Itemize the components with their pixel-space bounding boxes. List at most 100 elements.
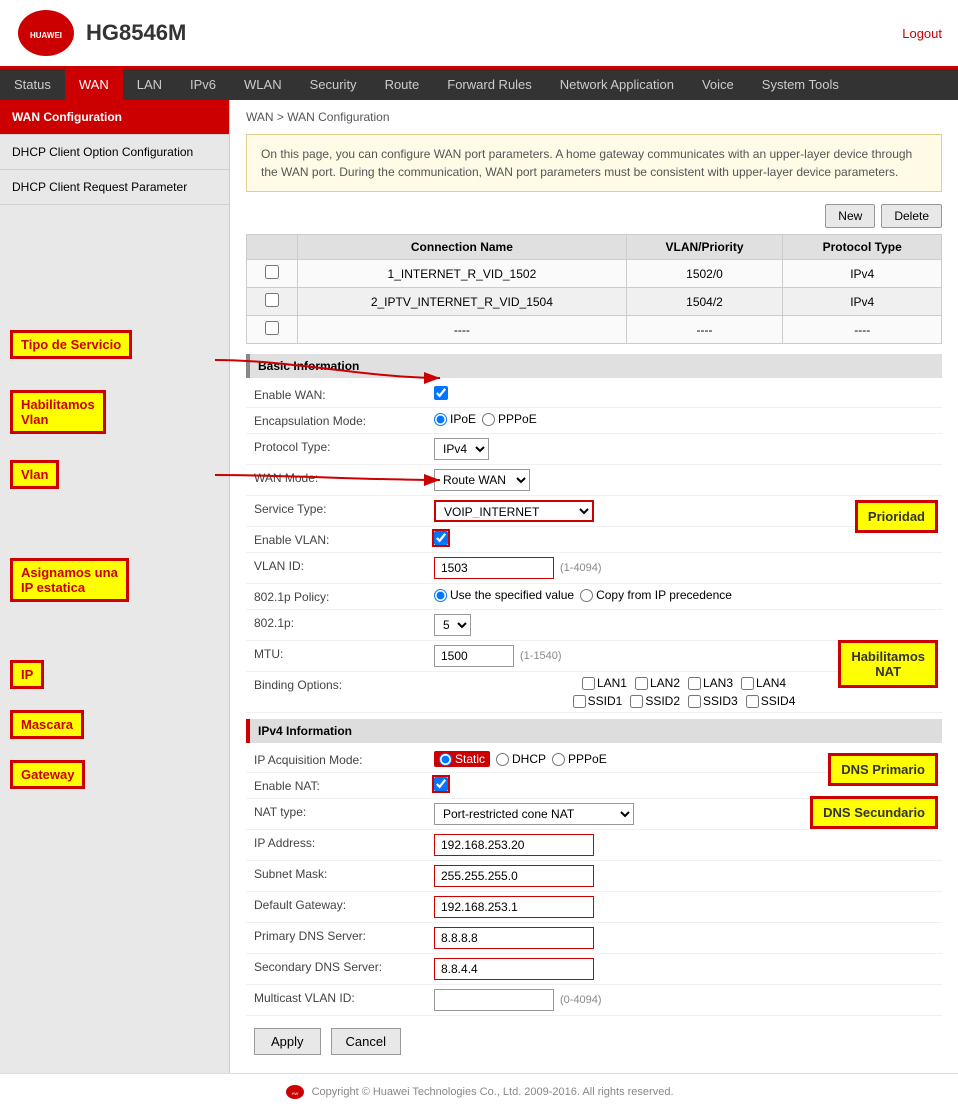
sidebar-item-wan-config[interactable]: WAN Configuration bbox=[0, 100, 229, 135]
delete-button[interactable]: Delete bbox=[881, 204, 942, 228]
policy-specified-option[interactable]: Use the specified value bbox=[434, 588, 574, 602]
primary-dns-row: Primary DNS Server: bbox=[246, 923, 942, 954]
annotation-tipo-servicio: Tipo de Servicio bbox=[10, 330, 132, 359]
annotation-asignamos-ip: Asignamos unaIP estatica bbox=[10, 558, 129, 602]
ssid1-checkbox[interactable] bbox=[573, 695, 586, 708]
default-gw-input[interactable] bbox=[434, 896, 594, 918]
row3-checkbox[interactable] bbox=[265, 321, 279, 335]
ssid3-checkbox[interactable] bbox=[688, 695, 701, 708]
encap-ipoe-option[interactable]: IPoE bbox=[434, 412, 476, 426]
enable-wan-row: Enable WAN: bbox=[246, 382, 942, 408]
nat-type-select[interactable]: Port-restricted cone NAT Full cone NAT A… bbox=[434, 803, 634, 825]
secondary-dns-input[interactable] bbox=[434, 958, 594, 980]
service-type-row: Service Type: VOIP_INTERNET INTERNET VOI… bbox=[246, 496, 942, 527]
nav-lan[interactable]: LAN bbox=[123, 69, 176, 100]
sidebar-item-dhcp-request[interactable]: DHCP Client Request Parameter bbox=[0, 170, 229, 205]
nav-network-application[interactable]: Network Application bbox=[546, 69, 688, 100]
binding-lan4[interactable]: LAN4 bbox=[741, 676, 786, 690]
ip-static-radio[interactable] bbox=[439, 753, 452, 766]
info-box: On this page, you can configure WAN port… bbox=[246, 134, 942, 192]
cancel-button[interactable]: Cancel bbox=[331, 1028, 401, 1055]
default-gw-value bbox=[434, 896, 934, 918]
ip-pppoe-option[interactable]: PPPoE bbox=[552, 752, 607, 766]
row1-conn-name: 1_INTERNET_R_VID_1502 bbox=[298, 260, 626, 288]
lan1-checkbox[interactable] bbox=[582, 677, 595, 690]
nav-wan[interactable]: WAN bbox=[65, 69, 123, 100]
nav-security[interactable]: Security bbox=[296, 69, 371, 100]
row1-checkbox[interactable] bbox=[265, 265, 279, 279]
binding-lan2[interactable]: LAN2 bbox=[635, 676, 680, 690]
enable-wan-checkbox[interactable] bbox=[434, 386, 448, 400]
lan4-checkbox[interactable] bbox=[741, 677, 754, 690]
binding-ssid1[interactable]: SSID1 bbox=[573, 694, 623, 708]
footer: HW Copyright © Huawei Technologies Co., … bbox=[0, 1073, 958, 1110]
ip-address-value bbox=[434, 834, 934, 856]
row1-protocol: IPv4 bbox=[783, 260, 942, 288]
col-conn-name: Connection Name bbox=[298, 235, 626, 260]
p802-select[interactable]: 5 012 3467 bbox=[434, 614, 471, 636]
secondary-dns-value bbox=[434, 958, 934, 980]
nav-status[interactable]: Status bbox=[0, 69, 65, 100]
binding-lan1[interactable]: LAN1 bbox=[582, 676, 627, 690]
policy-copy-option[interactable]: Copy from IP precedence bbox=[580, 588, 732, 602]
subnet-mask-input[interactable] bbox=[434, 865, 594, 887]
annotation-gateway: Gateway bbox=[10, 760, 85, 789]
ip-address-label: IP Address: bbox=[254, 834, 434, 850]
binding-lan3[interactable]: LAN3 bbox=[688, 676, 733, 690]
nav-forward-rules[interactable]: Forward Rules bbox=[433, 69, 546, 100]
enable-vlan-checkbox[interactable] bbox=[434, 531, 448, 545]
ip-address-row: IP Address: bbox=[246, 830, 942, 861]
encap-pppoe-radio[interactable] bbox=[482, 413, 495, 426]
mtu-input[interactable] bbox=[434, 645, 514, 667]
policy-802-row: 802.1p Policy: Use the specified value C… bbox=[246, 584, 942, 610]
default-gw-label: Default Gateway: bbox=[254, 896, 434, 912]
lan2-checkbox[interactable] bbox=[635, 677, 648, 690]
apply-button[interactable]: Apply bbox=[254, 1028, 321, 1055]
multicast-vlan-row: Multicast VLAN ID: (0-4094) bbox=[246, 985, 942, 1016]
row2-checkbox[interactable] bbox=[265, 293, 279, 307]
nav-ipv6[interactable]: IPv6 bbox=[176, 69, 230, 100]
binding-ssid3[interactable]: SSID3 bbox=[688, 694, 738, 708]
ip-dhcp-option[interactable]: DHCP bbox=[496, 752, 546, 766]
service-type-select[interactable]: VOIP_INTERNET INTERNET VOIP OTHER bbox=[434, 500, 594, 522]
mtu-label: MTU: bbox=[254, 645, 434, 661]
protocol-type-select[interactable]: IPv4 IPv6 bbox=[434, 438, 489, 460]
logout-button[interactable]: Logout bbox=[902, 26, 942, 41]
binding-lan-row: LAN1 LAN2 LAN3 LAN4 bbox=[582, 676, 786, 690]
vlan-id-input[interactable] bbox=[434, 557, 554, 579]
ip-static-option[interactable]: Static bbox=[434, 751, 490, 767]
ssid2-checkbox[interactable] bbox=[630, 695, 643, 708]
binding-ssid2[interactable]: SSID2 bbox=[630, 694, 680, 708]
sidebar-item-dhcp-option[interactable]: DHCP Client Option Configuration bbox=[0, 135, 229, 170]
annotation-habilitamos-nat: HabilitamosNAT bbox=[838, 640, 938, 688]
multicast-vlan-input[interactable] bbox=[434, 989, 554, 1011]
multicast-vlan-hint: (0-4094) bbox=[560, 994, 602, 1006]
new-button[interactable]: New bbox=[825, 204, 875, 228]
enable-vlan-label: Enable VLAN: bbox=[254, 531, 434, 547]
ip-mode-label: IP Acquisition Mode: bbox=[254, 751, 434, 767]
vlan-id-label: VLAN ID: bbox=[254, 557, 434, 573]
nav-route[interactable]: Route bbox=[371, 69, 434, 100]
policy-copy-radio[interactable] bbox=[580, 589, 593, 602]
wan-mode-select[interactable]: Route WAN Bridge WAN bbox=[434, 469, 530, 491]
nav-system-tools[interactable]: System Tools bbox=[748, 69, 853, 100]
lan3-checkbox[interactable] bbox=[688, 677, 701, 690]
enable-nat-label: Enable NAT: bbox=[254, 777, 434, 793]
enable-wan-value bbox=[434, 386, 934, 400]
primary-dns-input[interactable] bbox=[434, 927, 594, 949]
encap-ipoe-radio[interactable] bbox=[434, 413, 447, 426]
binding-ssid4[interactable]: SSID4 bbox=[746, 694, 796, 708]
nav-voice[interactable]: Voice bbox=[688, 69, 748, 100]
enable-nat-checkbox[interactable] bbox=[434, 777, 448, 791]
policy-specified-radio[interactable] bbox=[434, 589, 447, 602]
ip-address-input[interactable] bbox=[434, 834, 594, 856]
ssid4-checkbox[interactable] bbox=[746, 695, 759, 708]
ip-pppoe-radio[interactable] bbox=[552, 753, 565, 766]
encap-pppoe-option[interactable]: PPPoE bbox=[482, 412, 537, 426]
nav-wlan[interactable]: WLAN bbox=[230, 69, 296, 100]
default-gw-row: Default Gateway: bbox=[246, 892, 942, 923]
ip-dhcp-radio[interactable] bbox=[496, 753, 509, 766]
enable-vlan-row: Enable VLAN: bbox=[246, 527, 942, 553]
row3-conn-name: ---- bbox=[298, 316, 626, 344]
main-layout: WAN Configuration DHCP Client Option Con… bbox=[0, 100, 958, 1073]
